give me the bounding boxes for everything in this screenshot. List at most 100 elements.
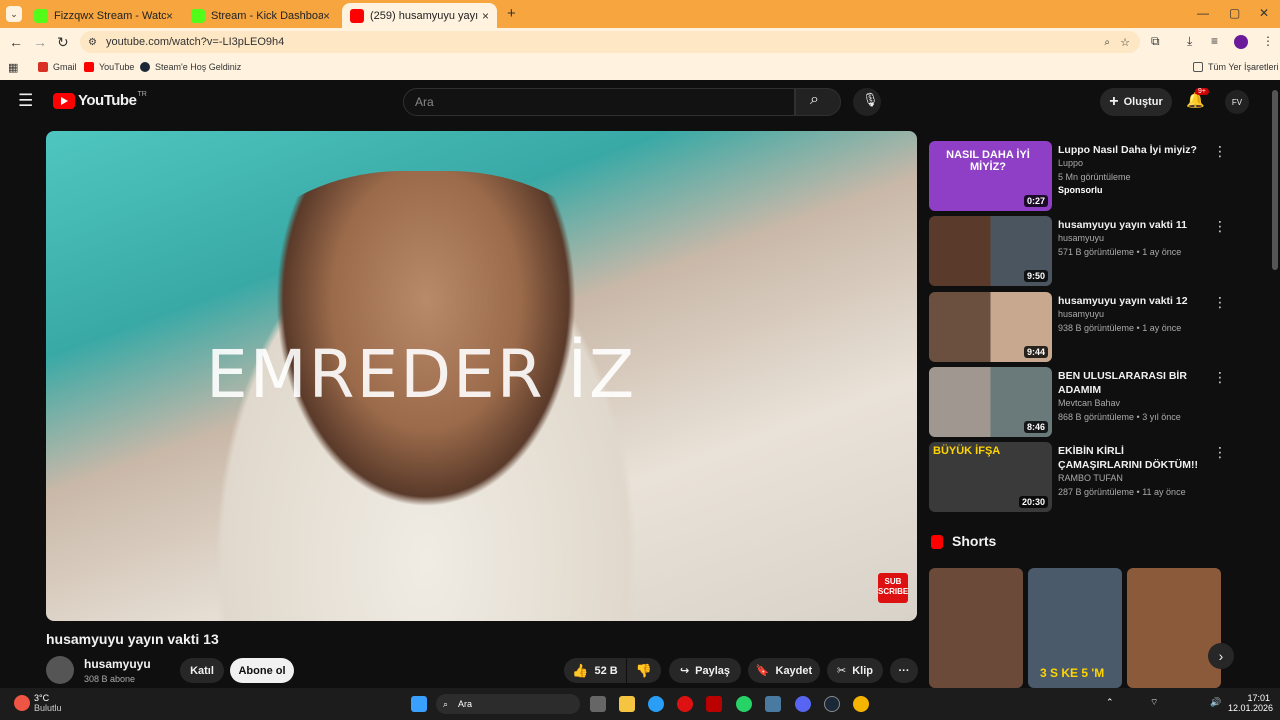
windows-start-icon[interactable]	[411, 696, 427, 712]
shorts-heading: Shorts	[952, 533, 997, 549]
subscriber-count: 308 B abone	[84, 674, 136, 684]
like-button[interactable]: 👍 52 B	[564, 658, 626, 683]
recommendation-channel[interactable]: husamyuyu	[1058, 233, 1104, 243]
more-options-icon[interactable]: ⋮	[1213, 143, 1227, 160]
more-options-icon[interactable]: ⋮	[1213, 294, 1227, 311]
recommendation-channel[interactable]: Mevtcan Bahav	[1058, 398, 1120, 408]
tab-strip: ⌄ Fizzqwx Stream - Watch Live on × Strea…	[0, 0, 1280, 28]
profile-avatar[interactable]	[1234, 35, 1248, 49]
save-button[interactable]: 🔖 Kaydet	[748, 658, 820, 683]
minimize-button[interactable]: —	[1197, 6, 1209, 20]
recommendation-item[interactable]: NASIL DAHA İYİ MİYİZ? 0:27 Luppo Nasıl D…	[929, 141, 1249, 211]
wifi-icon[interactable]: ⌔	[1150, 697, 1158, 708]
voice-search-button[interactable]: 🎙	[853, 88, 881, 116]
more-actions-button[interactable]: ···	[890, 658, 918, 683]
dislike-button[interactable]: 👎	[627, 658, 661, 683]
share-icon: ↪	[679, 665, 690, 677]
recommendation-item[interactable]: 8:46 BEN ULUSLARARASI BİR ADAMIM Mevtcan…	[929, 367, 1249, 437]
recommendation-title: husamyuyu yayın vakti 12	[1058, 295, 1188, 307]
clock[interactable]: 17:01 12.01.2026	[1228, 693, 1273, 713]
zoom-icon[interactable]: ⌕	[1104, 37, 1110, 48]
channel-avatar[interactable]	[46, 656, 74, 684]
search-input[interactable]: Ara	[403, 88, 795, 116]
tab-fizzqwx[interactable]: Fizzqwx Stream - Watch Live on ×	[26, 3, 181, 28]
scrollbar[interactable]	[1272, 90, 1278, 270]
more-options-icon[interactable]: ⋮	[1213, 444, 1227, 461]
recommendation-item[interactable]: 9:44 husamyuyu yayın vakti 12 husamyuyu …	[929, 292, 1249, 362]
recommendation-channel[interactable]: husamyuyu	[1058, 309, 1104, 319]
close-tab-icon[interactable]: ×	[482, 9, 489, 23]
recommendation-channel[interactable]: Luppo	[1058, 158, 1083, 168]
short-thumbnail[interactable]	[929, 568, 1023, 688]
settings-icon[interactable]	[765, 696, 781, 712]
menu-icon[interactable]: ⋮	[1262, 34, 1274, 48]
video-thumbnail[interactable]: NASIL DAHA İYİ MİYİZ? 0:27	[929, 141, 1052, 211]
taskbar-search[interactable]: ⌕ Ara	[436, 694, 580, 714]
video-player[interactable]: EMREDER İZ SUB SCRIBE	[46, 131, 917, 621]
opera-icon[interactable]	[677, 696, 693, 712]
youtube-logo[interactable]: YouTube TR	[53, 91, 147, 109]
discord-icon[interactable]	[795, 696, 811, 712]
bookmark-youtube[interactable]: YouTube	[84, 62, 134, 72]
search-button[interactable]: ⌕	[795, 88, 841, 116]
clip-button[interactable]: ✂ Klip	[827, 658, 883, 683]
video-thumbnail[interactable]: 8:46	[929, 367, 1052, 437]
video-thumbnail[interactable]: 9:50	[929, 216, 1052, 286]
reload-icon[interactable]: ↻	[57, 34, 69, 51]
site-info-icon[interactable]: ⚙	[88, 37, 97, 48]
edge-icon[interactable]	[648, 696, 664, 712]
short-thumbnail[interactable]	[1127, 568, 1221, 688]
close-tab-icon[interactable]: ×	[323, 9, 330, 23]
notifications-button[interactable]: 🔔 9+	[1186, 88, 1209, 111]
bookmark-star-icon[interactable]: ☆	[1120, 36, 1130, 49]
recommendation-title: Luppo Nasıl Daha İyi miyiz?	[1058, 144, 1197, 156]
download-icon[interactable]: ⤓	[1187, 34, 1192, 49]
video-title: husamyuyu yayın vakti 13	[46, 631, 219, 647]
tab-search-button[interactable]: ⌄	[6, 6, 22, 22]
steam-icon	[140, 62, 150, 72]
short-thumbnail[interactable]: 3 S KE 5 'M	[1028, 568, 1122, 688]
shorts-next-button[interactable]: ›	[1208, 643, 1234, 669]
video-thumbnail[interactable]: BÜYÜK İFŞA 20:30	[929, 442, 1052, 512]
recommendation-item[interactable]: BÜYÜK İFŞA 20:30 EKİBİN KİRLİ ÇAMAŞIRLAR…	[929, 442, 1249, 512]
volume-icon[interactable]: 🔊	[1210, 697, 1221, 708]
share-button[interactable]: ↪ Paylaş	[669, 658, 741, 683]
bookmark-gmail[interactable]: Gmail	[38, 62, 77, 72]
reading-list-icon[interactable]: ≡	[1211, 34, 1218, 48]
pdf-icon[interactable]	[706, 696, 722, 712]
account-avatar[interactable]: FV	[1225, 90, 1249, 114]
whatsapp-icon[interactable]	[736, 696, 752, 712]
hamburger-menu-icon[interactable]: ☰	[18, 91, 33, 111]
recommendation-channel[interactable]: RAMBO TUFAN	[1058, 473, 1123, 483]
close-tab-icon[interactable]: ×	[166, 9, 173, 23]
taskbar: 3°C Bulutlu ⌕ Ara ⌃ ⌔ 🔊 17:01 12.01.2026	[0, 688, 1280, 720]
create-button[interactable]: + Oluştur	[1100, 88, 1172, 116]
more-options-icon[interactable]: ⋮	[1213, 369, 1227, 386]
channel-name[interactable]: husamyuyu	[84, 657, 151, 671]
more-options-icon[interactable]: ⋮	[1213, 218, 1227, 235]
tab-youtube[interactable]: (259) husamyuyu yayın vakti ×	[342, 3, 497, 28]
weather-widget[interactable]: 3°C Bulutlu	[14, 693, 62, 713]
address-bar[interactable]: ⚙ youtube.com/watch?v=-LI3pLEO9h4 ⌕ ☆	[80, 31, 1140, 53]
recommendation-item[interactable]: 9:50 husamyuyu yayın vakti 11 husamyuyu …	[929, 216, 1249, 286]
task-view-icon[interactable]	[590, 696, 606, 712]
chrome-icon[interactable]	[853, 696, 869, 712]
maximize-button[interactable]: ▢	[1229, 6, 1240, 20]
forward-icon[interactable]: →	[33, 34, 47, 50]
youtube-icon	[84, 62, 94, 72]
new-tab-button[interactable]: +	[507, 5, 516, 22]
close-window-button[interactable]: ✕	[1259, 6, 1269, 20]
back-icon[interactable]: ←	[9, 34, 23, 50]
apps-icon[interactable]: ▦	[8, 61, 18, 74]
join-button[interactable]: Katıl	[180, 658, 224, 683]
bookmark-steam[interactable]: Steam'e Hoş Geldiniz	[140, 62, 241, 72]
subscribe-watermark[interactable]: SUB SCRIBE	[878, 573, 908, 603]
video-thumbnail[interactable]: 9:44	[929, 292, 1052, 362]
tab-kick-dashboard[interactable]: Stream - Kick Dashboard ×	[183, 3, 338, 28]
steam-icon[interactable]	[824, 696, 840, 712]
tray-overflow-icon[interactable]: ⌃	[1106, 697, 1114, 708]
all-bookmarks[interactable]: Tüm Yer İşaretleri	[1193, 62, 1279, 72]
file-explorer-icon[interactable]	[619, 696, 635, 712]
subscribe-button[interactable]: Abone ol	[230, 658, 294, 683]
extensions-icon[interactable]: ⧉	[1151, 34, 1160, 49]
